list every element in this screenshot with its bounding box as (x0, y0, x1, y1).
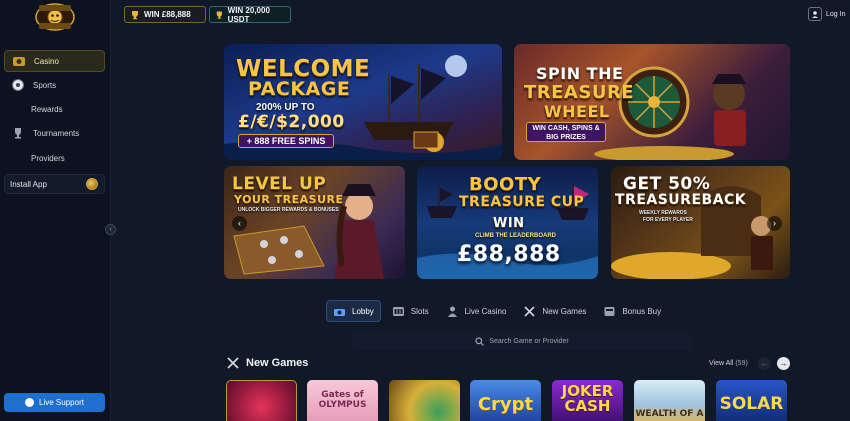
banner-welcome-package[interactable]: WELCOME PACKAGE 200% UP TO £/€/$2,000 + … (224, 44, 502, 160)
login-icon (808, 7, 822, 21)
view-all-link[interactable]: View All (59) (709, 360, 748, 367)
tab-new-games[interactable]: New Games (517, 300, 592, 322)
sidebar-item-label: Casino (34, 56, 59, 66)
lobby-icon (334, 308, 345, 316)
banner-prev-button[interactable]: ‹ (232, 216, 247, 231)
install-app-label: Install App (10, 179, 47, 189)
sidebar-item-label: Providers (31, 153, 65, 163)
banner-sub: CLIMB THE LEADERBOARD (475, 233, 556, 239)
game-title: Crypt (477, 394, 534, 415)
banner-title: LEVEL UP (232, 174, 327, 194)
carousel-prev-button[interactable]: ← (758, 357, 771, 370)
tab-slots[interactable]: Slots (386, 300, 435, 322)
search-icon (475, 336, 485, 346)
support-icon (25, 398, 35, 407)
banner-treasure-cup[interactable]: BOOTY TREASURE CUP WIN CLIMB THE LEADERB… (417, 166, 598, 279)
tab-live-casino[interactable]: Live Casino (440, 300, 513, 322)
live-support-label: Live Support (39, 398, 84, 407)
sidebar-item-casino[interactable]: Casino (4, 50, 105, 72)
banner-next-button[interactable]: › (767, 216, 782, 231)
sidebar-item-label: Tournaments (33, 128, 80, 138)
login-label: Log In (826, 10, 846, 18)
sidebar-item-tournaments[interactable]: Tournaments (4, 122, 105, 144)
casino-icon (12, 54, 26, 68)
game-title: JOKER CASH (561, 382, 614, 415)
search-input[interactable]: Search Game or Provider (352, 332, 692, 350)
sidebar-item-label: Sports (33, 80, 57, 90)
search-placeholder: Search Game or Provider (489, 337, 569, 345)
banner-title: PACKAGE (248, 78, 351, 100)
tab-label: Slots (410, 306, 429, 316)
game-title: WEALTH OF A (635, 409, 704, 419)
win-usdt-text: WIN 20,000 USDT (227, 5, 270, 24)
game-tile[interactable] (389, 380, 460, 421)
trophy-icon (132, 10, 138, 19)
sidebar-item-sports[interactable]: Sports (4, 74, 105, 96)
live-support-button[interactable]: Live Support (4, 393, 105, 412)
bonus-buy-icon (604, 306, 615, 316)
game-tile[interactable]: SOLAR (716, 380, 787, 421)
trophy-icon (216, 11, 222, 19)
game-tile[interactable]: WEALTH OF A (634, 380, 705, 421)
banner-level-up[interactable]: LEVEL UP YOUR TREASURE UNLOCK BIGGER REW… (224, 166, 405, 279)
sidebar: Casino Sports Rewards Tournaments Provid… (0, 0, 111, 421)
carousel-next-button[interactable]: → (777, 357, 790, 370)
login-button[interactable]: Log In (808, 7, 845, 21)
sidebar-item-rewards[interactable]: Rewards (4, 98, 105, 120)
game-title: SOLAR (719, 394, 784, 414)
tab-label: Lobby (352, 306, 374, 316)
slots-icon (392, 306, 404, 316)
banner-title: TREASUREBACK (615, 192, 747, 208)
banner-treasure-wheel[interactable]: SPIN THE TREASURE WHEEL WIN CASH, SPINS … (514, 44, 790, 160)
sports-icon (11, 78, 25, 92)
banner-title: WHEEL (544, 102, 610, 121)
banner-title: SPIN THE (536, 64, 624, 83)
banner-sub: WIN CASH, SPINS & BIG PRIZES (526, 122, 606, 142)
banner-win: WIN (493, 216, 525, 231)
banner-sub: UNLOCK BIGGER REWARDS & BONUSES (238, 207, 339, 213)
game-tile[interactable] (226, 380, 297, 421)
win-gbp-badge[interactable]: WIN £88,888 (124, 6, 206, 23)
view-all-count: (59) (735, 360, 748, 367)
new-games-heading: New Games (226, 356, 308, 370)
tab-label: Bonus Buy (622, 306, 662, 316)
trophy-icon (11, 126, 25, 140)
win-usdt-badge[interactable]: WIN 20,000 USDT (209, 5, 291, 24)
tab-label: Live Casino (464, 306, 507, 316)
tab-bonus-buy[interactable]: Bonus Buy (597, 300, 667, 322)
game-tile[interactable]: Crypt (470, 380, 541, 421)
tab-lobby[interactable]: Lobby (326, 300, 381, 322)
banner-title: YOUR TREASURE (234, 193, 344, 206)
section-title-text: New Games (246, 357, 309, 369)
view-all-label: View All (709, 360, 734, 367)
game-tile[interactable]: JOKER CASH (552, 380, 623, 421)
banner-amount: £88,888 (457, 242, 561, 267)
banner-treasureback[interactable]: GET 50% TREASUREBACK WEEKLY REWARDS FOR … (611, 166, 790, 279)
logo[interactable] (34, 2, 76, 32)
banner-title: GET 50% (623, 174, 711, 194)
banner-sub: WEEKLY REWARDS (639, 210, 687, 216)
banner-sub: FOR EVERY PLAYER (643, 217, 693, 223)
game-tile[interactable]: Gates of OLYMPUS (307, 380, 378, 421)
win-gbp-text: WIN £88,888 (144, 10, 191, 19)
sidebar-item-label: Rewards (31, 104, 63, 114)
collapse-sidebar-button[interactable]: ‹ (105, 224, 116, 235)
banner-title: TREASURE CUP (459, 194, 585, 210)
swords-icon (227, 357, 239, 369)
game-title: Gates of OLYMPUS (318, 390, 367, 410)
coin-icon (86, 178, 98, 190)
banner-free-spins: + 888 FREE SPINS (238, 134, 334, 148)
banner-title: BOOTY (469, 174, 542, 195)
install-app-button[interactable]: Install App (4, 174, 105, 194)
banner-title: TREASURE (524, 82, 635, 103)
live-casino-icon (447, 306, 457, 317)
tab-label: New Games (542, 306, 587, 316)
sidebar-item-providers[interactable]: Providers (4, 147, 105, 169)
swords-icon (524, 305, 535, 317)
banner-amount: £/€/$2,000 (238, 112, 345, 132)
carousel-nav: ← → (758, 357, 790, 370)
game-category-tabs: Lobby Slots Live Casino New Games Bonus … (326, 300, 667, 322)
